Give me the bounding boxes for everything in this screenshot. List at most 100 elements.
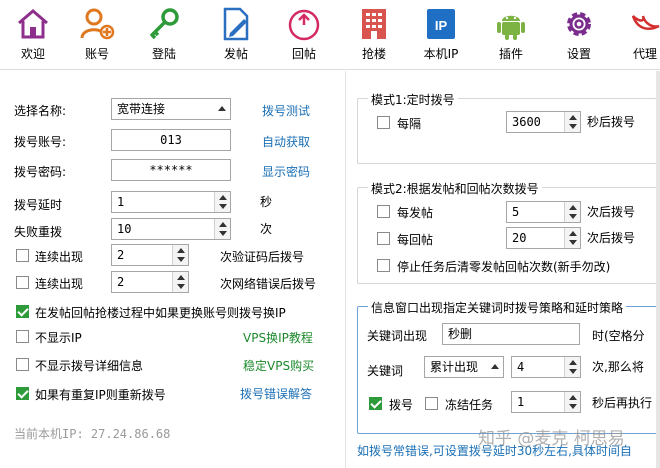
test-dial-link[interactable]: 拨号测试: [262, 102, 310, 119]
keyword-label: 关键词出现: [367, 329, 428, 343]
toolbar-grab-floor-button[interactable]: 抢楼: [341, 0, 407, 70]
toolbar-label: 登陆: [151, 47, 176, 61]
delay-unit: 秒: [260, 195, 273, 209]
spinner-arrows-icon[interactable]: [214, 219, 230, 239]
spinner-arrows-icon[interactable]: [564, 202, 580, 222]
spinner-arrows-icon[interactable]: [214, 192, 230, 212]
toolbar-label: 本机IP: [423, 47, 459, 61]
toolbar-label: 抢楼: [361, 47, 386, 61]
connection-select[interactable]: 宽带连接: [111, 98, 231, 120]
auto-get-link[interactable]: 自动获取: [262, 133, 310, 150]
vps-buy-link[interactable]: 稳定VPS购买: [243, 357, 314, 374]
password-field[interactable]: ******: [111, 159, 231, 181]
mode2-group: 模式2:根据发帖和回帖次数拨号 每发帖 5 次后拨号 每回帖 20 次后拨号 停…: [357, 180, 657, 284]
redial-checkbox[interactable]: [16, 387, 29, 400]
spinner-arrows-icon[interactable]: [172, 272, 188, 292]
toolbar-local-ip-button[interactable]: IP 本机IP: [408, 0, 474, 70]
connection-select-value: 宽带连接: [117, 102, 166, 116]
occurrence-mode-select[interactable]: 累计出现: [424, 356, 504, 378]
retry-value: 10: [117, 222, 132, 236]
hide-detail-checkbox[interactable]: [16, 358, 29, 371]
svg-text:IP: IP: [435, 18, 448, 33]
password-label: 拨号密码:: [14, 165, 67, 179]
retry-stepper[interactable]: 10: [111, 218, 231, 240]
bird-icon: [631, 15, 660, 30]
mode2-post-stepper[interactable]: 5: [506, 201, 581, 223]
select-name-label: 选择名称:: [14, 104, 67, 118]
chevron-up-icon: [218, 106, 226, 111]
mode2-post-value: 5: [512, 205, 520, 219]
toolbar-proxy-button[interactable]: 代理: [612, 0, 660, 70]
hide-ip-checkbox[interactable]: [16, 330, 29, 343]
occurrence-count-stepper[interactable]: 4: [511, 356, 581, 378]
dial-settings-panel: 选择名称: 宽带连接 拨号测试 拨号账号: 013 自动获取 拨号密码: ***…: [0, 71, 345, 468]
account-label: 拨号账号:: [14, 135, 67, 149]
spinner-arrows-icon[interactable]: [564, 357, 580, 377]
main-toolbar: 欢迎 账号 登陆 发帖 回帖 抢楼 IP 本机IP 插件 设置 代理: [0, 0, 660, 70]
vertical-scrollbar[interactable]: [656, 71, 660, 468]
switch-ip-checkbox[interactable]: [16, 305, 29, 318]
spinner-arrows-icon[interactable]: [564, 392, 580, 412]
mode2-post-checkbox[interactable]: [377, 205, 390, 218]
show-password-link[interactable]: 显示密码: [262, 163, 310, 180]
switch-ip-label: 在发帖回帖抢楼过程中如果更换账号则拨号换IP: [35, 306, 286, 320]
keyword-dial-checkbox[interactable]: [369, 397, 382, 410]
captcha-stepper[interactable]: 2: [111, 244, 189, 266]
mode2-reply-label: 每回帖: [397, 233, 434, 247]
spinner-arrows-icon[interactable]: [172, 245, 188, 265]
vps-tutorial-link[interactable]: VPS换IP教程: [243, 329, 313, 346]
toolbar-reply-button[interactable]: 回帖: [271, 0, 337, 70]
occurrence-count-value: 4: [517, 360, 525, 374]
current-ip-text: 当前本机IP: 27.24.86.68: [14, 427, 171, 441]
mode2-title: 模式2:根据发帖和回帖次数拨号: [368, 180, 542, 197]
keyword-freeze-checkbox[interactable]: [425, 397, 438, 410]
captcha-checkbox[interactable]: [16, 249, 29, 262]
mode1-seconds-stepper[interactable]: 3600: [506, 111, 581, 133]
hide-detail-label: 不显示拨号详细信息: [35, 359, 144, 373]
mode2-clear-checkbox[interactable]: [377, 259, 390, 272]
toolbar-label: 账号: [84, 47, 109, 61]
toolbar-label: 发帖: [223, 47, 248, 61]
mode1-every-label: 每隔: [397, 117, 422, 131]
occurrence-mode-value: 累计出现: [430, 360, 479, 374]
keyword-hint: 时(空格分: [592, 329, 645, 343]
error-help-link[interactable]: 拨号错误解答: [240, 385, 312, 402]
spinner-arrows-icon[interactable]: [564, 228, 580, 248]
toolbar-account-button[interactable]: 账号: [64, 0, 130, 70]
keyword-input[interactable]: 秒删: [442, 323, 580, 345]
keyword-title: 信息窗口出现指定关键词时拨号策略和延时策略: [368, 299, 627, 316]
toolbar-settings-button[interactable]: 设置: [546, 0, 612, 70]
neterr-stepper[interactable]: 2: [111, 271, 189, 293]
delay-value: 1: [117, 195, 125, 209]
captcha-suffix: 次验证码后拨号: [220, 250, 305, 264]
mode2-reply-checkbox[interactable]: [377, 232, 390, 245]
edit-document-icon: [223, 7, 249, 41]
mode2-post-suffix: 次后拨号: [587, 205, 636, 219]
mode2-reply-stepper[interactable]: 20: [506, 227, 581, 249]
toolbar-welcome-button[interactable]: 欢迎: [0, 0, 66, 70]
neterr-suffix: 次网络错误后拨号: [220, 277, 317, 291]
retry-label: 失败重拨: [14, 225, 63, 239]
neterr-checkbox[interactable]: [16, 276, 29, 289]
toolbar-plugin-button[interactable]: 插件: [478, 0, 544, 70]
mode1-every-checkbox[interactable]: [377, 116, 390, 129]
hide-ip-label: 不显示IP: [35, 331, 82, 345]
android-icon: [497, 15, 525, 40]
key-icon: [149, 8, 179, 40]
pane-divider: [345, 71, 346, 468]
mode2-reply-value: 20: [512, 231, 527, 245]
toolbar-post-button[interactable]: 发帖: [203, 0, 269, 70]
captcha-value: 2: [117, 248, 125, 262]
toolbar-login-button[interactable]: 登陆: [131, 0, 197, 70]
add-user-icon: [80, 8, 115, 40]
freeze-seconds-stepper[interactable]: 1: [511, 391, 581, 413]
freeze-seconds-value: 1: [517, 395, 525, 409]
account-field[interactable]: 013: [111, 129, 231, 151]
redial-label: 如果有重复IP则重新拨号: [35, 388, 166, 402]
gear-icon: [567, 12, 591, 36]
retry-unit: 次: [260, 222, 273, 236]
mode1-group: 模式1:定时拨号 每隔 3600 秒后拨号: [357, 91, 657, 164]
delay-stepper[interactable]: 1: [111, 191, 231, 213]
toolbar-label: 插件: [498, 47, 523, 61]
spinner-arrows-icon[interactable]: [564, 112, 580, 132]
